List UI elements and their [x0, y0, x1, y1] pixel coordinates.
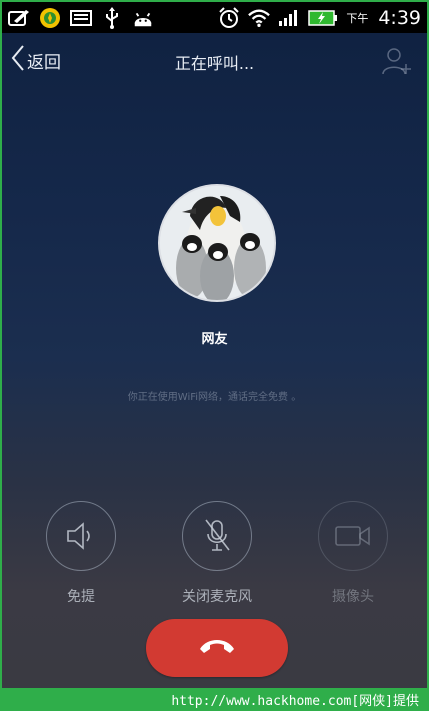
- call-screen: 下午 4:39 返回 正在呼叫... 网友 你正在使用WiFi网络，通话完全免费…: [0, 0, 429, 688]
- watermark-text: http://www.hackhome.com[网侠]提供: [171, 694, 419, 709]
- hang-up-icon: [197, 635, 237, 661]
- clean-master-icon: [39, 7, 61, 28]
- speaker-label: 免提: [67, 589, 95, 605]
- status-bar: 下午 4:39: [2, 2, 427, 33]
- add-contact-icon[interactable]: [381, 47, 413, 75]
- network-note: 你正在使用WiFi网络，通话完全免费 。: [127, 392, 302, 403]
- watermark-footer: http://www.hackhome.com[网侠]提供: [0, 688, 429, 711]
- hang-up-button[interactable]: [146, 619, 288, 677]
- clock-time: 4:39: [378, 6, 421, 29]
- mute-label: 关闭麦克风: [182, 589, 252, 605]
- call-status-title: 正在呼叫...: [174, 54, 255, 73]
- battery-charging-icon: [308, 8, 338, 28]
- time-period: 下午: [346, 11, 369, 25]
- keyboard-icon: [70, 8, 92, 28]
- signal-icon: [278, 8, 300, 28]
- android-icon: [132, 8, 154, 28]
- contact-name: 网友: [201, 332, 228, 347]
- camera-button[interactable]: 摄像头: [317, 501, 389, 606]
- alarm-icon: [218, 6, 240, 28]
- wifi-icon: [248, 8, 271, 28]
- usb-icon: [101, 6, 123, 29]
- notes-icon: [8, 8, 30, 28]
- mute-button[interactable]: 关闭麦克风: [181, 501, 253, 606]
- penguins-avatar: [160, 186, 274, 300]
- call-header: 返回 正在呼叫...: [2, 33, 427, 89]
- speaker-button[interactable]: 免提: [45, 501, 117, 606]
- speaker-icon: [46, 501, 116, 571]
- camera-icon: [318, 501, 388, 571]
- camera-label: 摄像头: [332, 589, 374, 605]
- mic-off-icon: [182, 501, 252, 571]
